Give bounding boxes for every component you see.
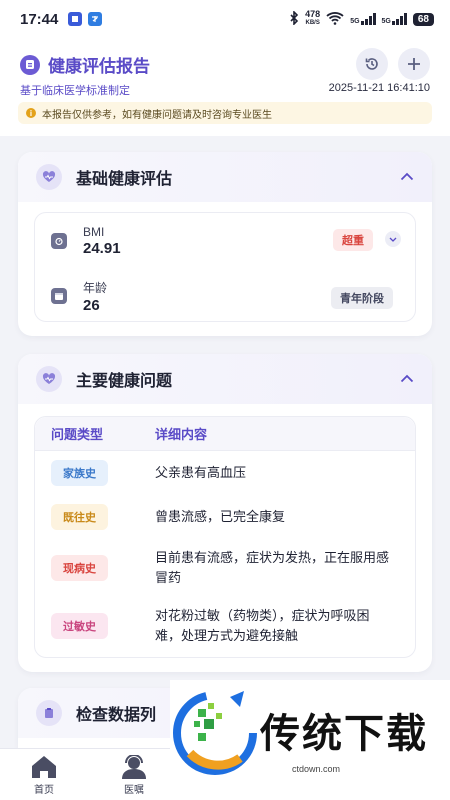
issue-detail: 目前患有流感，症状为发热，正在服用感冒药 [155, 550, 390, 585]
status-time: 17:44 [20, 10, 59, 28]
doctor-icon [122, 755, 146, 779]
heart-pulse-icon [36, 366, 62, 392]
main-issues-header[interactable]: 主要健康问题 [18, 354, 432, 404]
history-icon [365, 58, 378, 70]
app-notification-icon [68, 12, 83, 26]
heart-pulse-icon [36, 164, 62, 190]
main-issues-card: 主要健康问题 问题类型 详细内容 家族史 父亲患有高血压 既往史 曾患流感，已完… [18, 354, 432, 672]
allergy-history-tag: 过敏史 [51, 613, 108, 639]
nav-advice-label: 医嘱 [124, 785, 144, 796]
issues-table: 问题类型 详细内容 家族史 父亲患有高血压 既往史 曾患流感，已完全康复 现病史… [34, 416, 416, 658]
issue-row: 既往史 曾患流感，已完全康复 [35, 495, 415, 539]
past-history-tag: 既往史 [51, 504, 108, 530]
bluetooth-icon [289, 9, 299, 28]
bmi-value: 24.91 [83, 240, 121, 257]
issue-detail: 父亲患有高血压 [155, 465, 247, 480]
disclaimer-notice: i 本报告仅供参考，如有健康问题请及时咨询专业医生 [18, 102, 432, 124]
age-row: 年龄 26 青年阶段 [35, 269, 415, 323]
clipboard-icon [36, 700, 62, 726]
history-button[interactable] [356, 48, 388, 80]
bmi-row: BMI 24.91 超重 [35, 213, 415, 269]
issue-detail: 对花粉过敏（药物类），症状为呼吸困难，处理方式为避免接触 [155, 608, 370, 643]
issue-row: 现病史 目前患有流感，症状为发热，正在服用感冒药 [35, 539, 415, 597]
report-header: 健康评估报告 基于临床医学标准制定 2025-11-21 16:41:10 i … [0, 38, 450, 136]
net-speed: 478 KB/S [305, 9, 321, 27]
bmi-label: BMI [83, 225, 105, 239]
basic-metrics-box: BMI 24.91 超重 年龄 26 青年阶段 [34, 212, 416, 322]
nav-home-label: 首页 [34, 785, 54, 796]
status-bar: 17:44 478 KB/S 5G 5G 68 [0, 0, 450, 38]
report-timestamp: 2025-11-21 16:41:10 [328, 82, 430, 94]
issue-detail: 曾患流感，已完全康复 [155, 509, 286, 524]
watermark-url: ctdown.com [292, 764, 341, 774]
cell-signal-2-icon: 5G [382, 13, 407, 25]
nav-advice[interactable]: 医嘱 [104, 755, 164, 796]
report-subtitle: 基于临床医学标准制定 [20, 85, 130, 97]
report-icon [20, 54, 40, 75]
page-title: 健康评估报告 [48, 57, 150, 76]
col-detail-header: 详细内容 [155, 427, 208, 442]
watermark-overlay: 传统下载 ctdown.com [170, 680, 450, 780]
family-history-tag: 家族史 [51, 460, 108, 486]
chevron-down-icon [389, 237, 397, 242]
basic-assessment-title: 基础健康评估 [76, 171, 173, 188]
nav-home[interactable]: 首页 [14, 755, 74, 796]
exam-data-title: 检查数据列 [76, 707, 157, 724]
info-icon: i [26, 108, 36, 118]
calendar-icon [51, 288, 67, 304]
bmi-status-badge: 超重 [333, 229, 373, 251]
chevron-up-icon[interactable] [400, 370, 414, 388]
issues-table-header: 问题类型 详细内容 [35, 417, 415, 451]
home-icon [32, 756, 56, 778]
age-value: 26 [83, 296, 100, 314]
basic-assessment-header[interactable]: 基础健康评估 [18, 152, 432, 202]
age-label: 年龄 [83, 280, 108, 295]
main-issues-title: 主要健康问题 [76, 373, 173, 390]
col-type-header: 问题类型 [51, 427, 104, 442]
watermark-logo-icon [173, 690, 257, 775]
wifi-icon [326, 11, 344, 28]
issue-row: 过敏史 对花粉过敏（药物类），症状为呼吸困难，处理方式为避免接触 [35, 597, 415, 655]
cell-signal-1-icon: 5G [350, 13, 376, 25]
basic-assessment-card: 基础健康评估 BMI 24.91 超重 年龄 26 青年阶段 [18, 152, 432, 336]
alipay-notification-icon [88, 12, 103, 26]
battery-indicator: 68 [412, 12, 434, 26]
disclaimer-text: 本报告仅供参考，如有健康问题请及时咨询专业医生 [42, 109, 272, 121]
age-stage-badge: 青年阶段 [331, 287, 393, 309]
scale-icon [51, 233, 67, 249]
issue-row: 家族史 父亲患有高血压 [35, 451, 415, 495]
chevron-up-icon[interactable] [400, 168, 414, 186]
plus-icon [408, 58, 420, 70]
current-illness-tag: 现病史 [51, 555, 108, 581]
watermark-text: 传统下载 [260, 711, 428, 757]
add-button[interactable] [398, 48, 430, 80]
bmi-expand-button[interactable] [385, 231, 401, 247]
